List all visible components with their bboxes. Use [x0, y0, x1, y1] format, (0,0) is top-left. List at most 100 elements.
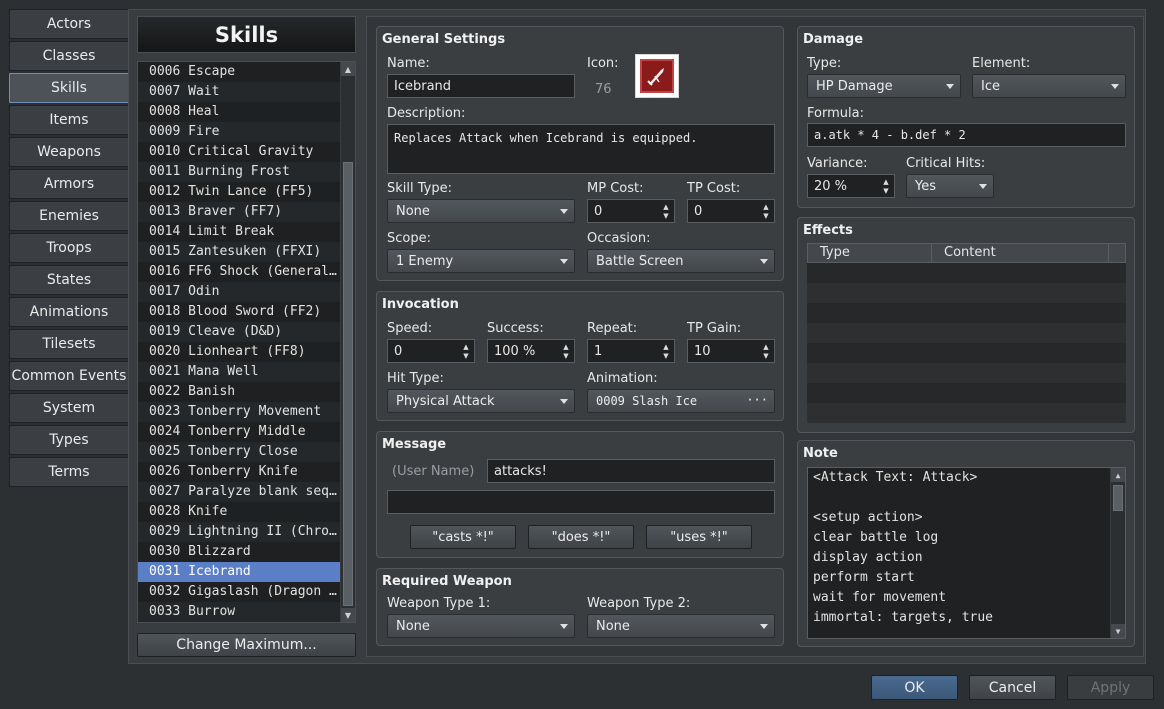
list-item[interactable]: 0012 Twin Lance (FF5) — [138, 182, 340, 202]
list-item[interactable]: 0018 Blood Sword (FF2) — [138, 302, 340, 322]
list-item[interactable]: 0008 Heal — [138, 102, 340, 122]
nav-item-skills[interactable]: Skills — [9, 73, 129, 103]
list-item[interactable]: 0029 Lightning II (Chrono… — [138, 522, 340, 542]
scroll-thumb[interactable] — [343, 162, 353, 606]
table-row[interactable] — [807, 283, 1126, 303]
table-row[interactable] — [807, 403, 1126, 423]
list-item[interactable]: 0006 Escape — [138, 62, 340, 82]
list-item[interactable]: 0016 FF6 Shock (General L… — [138, 262, 340, 282]
spin-up-icon[interactable]: ▲ — [562, 343, 570, 351]
effects-table[interactable] — [807, 263, 1126, 423]
scope-select[interactable]: 1 Enemy — [387, 249, 575, 273]
note-textarea[interactable]: <Attack Text: Attack> <setup action> clear… — [807, 467, 1126, 639]
scroll-up-icon[interactable]: ▲ — [1111, 468, 1125, 482]
tp-cost-stepper[interactable]: 0 ▲ ▼ — [687, 199, 775, 223]
nav-item-classes[interactable]: Classes — [9, 41, 129, 71]
scroll-up-icon[interactable]: ▲ — [341, 62, 355, 76]
list-scrollbar[interactable]: ▲ ▼ — [340, 62, 355, 622]
weapon-type1-select[interactable]: None — [387, 614, 575, 638]
spin-up-icon[interactable]: ▲ — [662, 343, 670, 351]
formula-field[interactable]: a.atk * 4 - b.def * 2 — [807, 123, 1126, 147]
list-item[interactable]: 0017 Odin — [138, 282, 340, 302]
more-icon[interactable]: ··· — [746, 393, 768, 407]
list-item[interactable]: 0020 Lionheart (FF8) — [138, 342, 340, 362]
damage-type-select[interactable]: HP Damage — [807, 74, 961, 98]
casts-button[interactable]: "casts *!" — [410, 525, 516, 549]
list-item[interactable]: 0028 Knife — [138, 502, 340, 522]
list-item[interactable]: 0025 Tonberry Close — [138, 442, 340, 462]
nav-item-tilesets[interactable]: Tilesets — [9, 329, 129, 359]
scroll-down-icon[interactable]: ▼ — [1111, 624, 1125, 638]
nav-item-weapons[interactable]: Weapons — [9, 137, 129, 167]
nav-item-armors[interactable]: Armors — [9, 169, 129, 199]
does-button[interactable]: "does *!" — [528, 525, 634, 549]
spin-up-icon[interactable]: ▲ — [662, 203, 670, 211]
nav-item-items[interactable]: Items — [9, 105, 129, 135]
list-item[interactable]: 0030 Blizzard — [138, 542, 340, 562]
uses-button[interactable]: "uses *!" — [646, 525, 752, 549]
table-row[interactable] — [807, 383, 1126, 403]
skill-icon-picker[interactable] — [635, 54, 679, 98]
list-item[interactable]: 0027 Paralyze blank seque… — [138, 482, 340, 502]
speed-stepper[interactable]: 0 ▲ ▼ — [387, 339, 475, 363]
spin-down-icon[interactable]: ▼ — [662, 352, 670, 360]
spin-down-icon[interactable]: ▼ — [762, 352, 770, 360]
message-line1-field[interactable]: attacks! — [487, 459, 775, 483]
note-scrollbar[interactable]: ▲ ▼ — [1110, 468, 1125, 638]
nav-item-actors[interactable]: Actors — [9, 9, 129, 39]
message-line2-field[interactable] — [387, 490, 775, 514]
change-maximum-button[interactable]: Change Maximum... — [137, 633, 356, 657]
list-item[interactable]: 0019 Cleave (D&D) — [138, 322, 340, 342]
list-item[interactable]: 0010 Critical Gravity — [138, 142, 340, 162]
nav-item-troops[interactable]: Troops — [9, 233, 129, 263]
nav-item-system[interactable]: System — [9, 393, 129, 423]
spin-up-icon[interactable]: ▲ — [462, 343, 470, 351]
element-select[interactable]: Ice — [972, 74, 1126, 98]
mp-cost-stepper[interactable]: 0 ▲ ▼ — [587, 199, 675, 223]
nav-item-enemies[interactable]: Enemies — [9, 201, 129, 231]
occasion-select[interactable]: Battle Screen — [587, 249, 775, 273]
spin-down-icon[interactable]: ▼ — [562, 352, 570, 360]
spin-down-icon[interactable]: ▼ — [882, 187, 890, 195]
nav-item-types[interactable]: Types — [9, 425, 129, 455]
hit-type-select[interactable]: Physical Attack — [387, 389, 575, 413]
variance-stepper[interactable]: 20 % ▲ ▼ — [807, 174, 895, 198]
list-item[interactable]: 0026 Tonberry Knife — [138, 462, 340, 482]
spin-down-icon[interactable]: ▼ — [662, 212, 670, 220]
success-stepper[interactable]: 100 % ▲ ▼ — [487, 339, 575, 363]
ok-button[interactable]: OK — [871, 675, 958, 700]
list-item[interactable]: 0032 Gigaslash (Dragon Qu… — [138, 582, 340, 602]
table-row[interactable] — [807, 323, 1126, 343]
scroll-down-icon[interactable]: ▼ — [341, 608, 355, 622]
apply-button[interactable]: Apply — [1067, 675, 1154, 700]
table-row[interactable] — [807, 263, 1126, 283]
weapon-type2-select[interactable]: None — [587, 614, 775, 638]
repeat-stepper[interactable]: 1 ▲ ▼ — [587, 339, 675, 363]
cancel-button[interactable]: Cancel — [969, 675, 1056, 700]
list-item[interactable]: 0009 Fire — [138, 122, 340, 142]
table-row[interactable] — [807, 363, 1126, 383]
spin-down-icon[interactable]: ▼ — [762, 212, 770, 220]
list-item[interactable]: 0013 Braver (FF7) — [138, 202, 340, 222]
list-item[interactable]: 0014 Limit Break — [138, 222, 340, 242]
skills-list[interactable]: 0006 Escape 0007 Wait 0008 Heal 0009 Fire 00… — [137, 61, 356, 623]
spin-up-icon[interactable]: ▲ — [762, 343, 770, 351]
list-item[interactable]: 0011 Burning Frost — [138, 162, 340, 182]
spin-up-icon[interactable]: ▲ — [882, 178, 890, 186]
scroll-thumb[interactable] — [1113, 485, 1123, 511]
nav-item-terms[interactable]: Terms — [9, 457, 129, 487]
nav-item-states[interactable]: States — [9, 265, 129, 295]
nav-item-animations[interactable]: Animations — [9, 297, 129, 327]
list-item[interactable]: 0015 Zantesuken (FFXI) — [138, 242, 340, 262]
description-field[interactable]: Replaces Attack when Icebrand is equippe… — [387, 124, 775, 174]
spin-down-icon[interactable]: ▼ — [462, 352, 470, 360]
list-item[interactable]: 0007 Wait — [138, 82, 340, 102]
column-type[interactable]: Type — [808, 244, 932, 262]
critical-hits-select[interactable]: Yes — [906, 174, 994, 198]
list-item[interactable]: 0022 Banish — [138, 382, 340, 402]
column-content[interactable]: Content — [932, 244, 1109, 262]
table-row[interactable] — [807, 343, 1126, 363]
nav-item-common-events[interactable]: Common Events — [9, 361, 129, 391]
list-item[interactable]: 0024 Tonberry Middle — [138, 422, 340, 442]
table-row[interactable] — [807, 303, 1126, 323]
